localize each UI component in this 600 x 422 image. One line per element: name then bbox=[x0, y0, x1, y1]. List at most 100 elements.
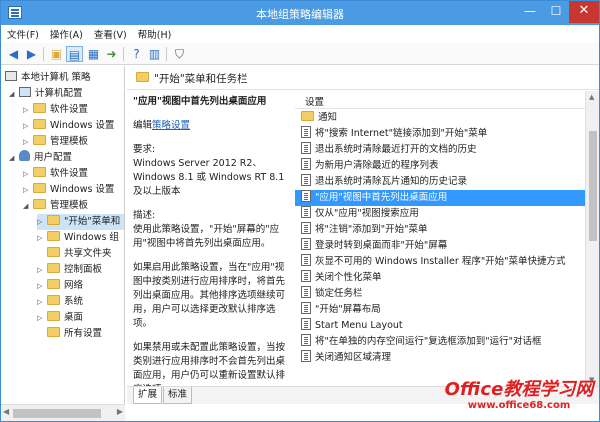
tree-network[interactable]: ▷ 网络 bbox=[37, 278, 83, 294]
tree-control-panel[interactable]: ▷ 控制面板 bbox=[37, 262, 102, 278]
scroll-left-icon[interactable]: ◀ bbox=[3, 407, 9, 416]
tree-cc-admin[interactable]: ▷ 管理模板 bbox=[23, 134, 88, 150]
expand-arrow-icon[interactable]: ▷ bbox=[37, 294, 47, 310]
tree-cc-software[interactable]: ▷ 软件设置 bbox=[23, 102, 88, 118]
up-folder-icon[interactable]: ▣ bbox=[48, 46, 65, 62]
expand-arrow-icon[interactable]: ▷ bbox=[23, 182, 33, 198]
tree-computer-config[interactable]: ◢ 计算机配置 bbox=[9, 86, 83, 102]
policy-setting-icon bbox=[301, 270, 311, 282]
policy-row[interactable]: 登录时转到桌面而非"开始"屏幕 bbox=[295, 238, 585, 254]
watermark-brand: Office教程学习网 bbox=[444, 379, 594, 400]
title-bar: 本地组策略编辑器 — ☐ ✕ bbox=[1, 1, 599, 25]
close-button[interactable]: ✕ bbox=[569, 1, 599, 23]
policy-setting-icon bbox=[301, 158, 311, 170]
list-vertical-scrollbar[interactable]: ▲ ▼ bbox=[585, 91, 599, 386]
menu-file[interactable]: 文件(F) bbox=[1, 25, 44, 41]
tree-system[interactable]: ▷ 系统 bbox=[37, 294, 83, 310]
tree-user-config[interactable]: ◢ 用户配置 bbox=[9, 150, 72, 166]
list-folder-row[interactable]: 通知 bbox=[295, 110, 585, 126]
tree-all-settings[interactable]: 所有设置 bbox=[37, 326, 102, 342]
tree-uc-admin[interactable]: ◢ 管理模板 bbox=[23, 198, 88, 214]
scroll-right-icon[interactable]: ▶ bbox=[117, 407, 123, 416]
tree-horizontal-scrollbar[interactable]: ◀ ▶ bbox=[1, 404, 125, 421]
tree-start-menu[interactable]: ▷ "开始"菜单和 bbox=[37, 214, 124, 230]
minimize-button[interactable]: — bbox=[517, 1, 543, 23]
tree-cc-windows[interactable]: ▷ Windows 设置 bbox=[23, 118, 114, 134]
back-arrow-icon[interactable]: ◀ bbox=[5, 46, 22, 62]
policy-setting-icon bbox=[301, 254, 311, 266]
tree-shared-folders[interactable]: 共享文件夹 bbox=[37, 246, 112, 262]
extended-view-icon[interactable]: ▥ bbox=[146, 46, 163, 62]
folder-icon bbox=[47, 215, 60, 225]
policy-row[interactable]: 为新用户清除最近的程序列表 bbox=[295, 158, 585, 174]
policy-row[interactable]: "开始"屏幕布局 bbox=[295, 302, 585, 318]
policy-row[interactable]: 关闭通知区域清理 bbox=[295, 350, 585, 366]
policy-row[interactable]: 将"在单独的内存空间运行"复选框添加到"运行"对话框 bbox=[295, 334, 585, 350]
expand-arrow-icon[interactable]: ▷ bbox=[37, 214, 47, 230]
expand-arrow-icon[interactable]: ▷ bbox=[37, 230, 47, 246]
policy-label: 退出系统时清除瓦片通知的历史记录 bbox=[315, 176, 468, 187]
policy-row[interactable]: 将"注销"添加到"开始"菜单 bbox=[295, 222, 585, 238]
show-hide-tree-icon[interactable]: ▤ bbox=[66, 46, 83, 62]
folder-icon bbox=[33, 103, 46, 113]
collapse-arrow-icon[interactable]: ◢ bbox=[9, 86, 19, 102]
forward-arrow-icon[interactable]: ▶ bbox=[23, 46, 40, 62]
export-list-icon[interactable]: ➜ bbox=[103, 46, 120, 62]
folder-icon bbox=[47, 295, 60, 305]
policy-row[interactable]: 仅从"应用"视图搜索应用 bbox=[295, 206, 585, 222]
user-icon bbox=[19, 150, 30, 161]
expand-arrow-icon[interactable]: ▷ bbox=[23, 118, 33, 134]
filter-icon[interactable]: ⛉ bbox=[171, 46, 188, 62]
policy-label: 退出系统时清除最近打开的文档的历史 bbox=[315, 144, 477, 155]
policy-row[interactable]: 关闭个性化菜单 bbox=[295, 270, 585, 286]
expand-arrow-icon[interactable]: ▷ bbox=[23, 166, 33, 182]
tree-desktop[interactable]: ▷ 桌面 bbox=[37, 310, 83, 326]
policy-row[interactable]: 灰显不可用的 Windows Installer 程序"开始"菜单快捷方式 bbox=[295, 254, 585, 270]
settings-list: 设置 通知将"搜索 Internet"链接添加到"开始"菜单 退出系统时清除最近打… bbox=[295, 91, 585, 386]
policy-setting-icon bbox=[301, 350, 311, 362]
scroll-up-icon[interactable]: ▲ bbox=[589, 93, 594, 101]
tree-uc-software[interactable]: ▷ 软件设置 bbox=[23, 166, 88, 182]
maximize-button[interactable]: ☐ bbox=[543, 1, 569, 23]
policy-label: 将"在单独的内存空间运行"复选框添加到"运行"对话框 bbox=[315, 336, 542, 347]
help-icon[interactable]: ? bbox=[128, 46, 145, 62]
policy-setting-icon bbox=[301, 302, 311, 314]
watermark: Office教程学习网 www.office68.com bbox=[439, 380, 599, 420]
policy-setting-icon bbox=[301, 238, 311, 250]
expand-arrow-icon[interactable]: ▷ bbox=[37, 278, 47, 294]
policy-row[interactable]: 退出系统时清除瓦片通知的历史记录 bbox=[295, 174, 585, 190]
policy-row[interactable]: "应用"视图中首先列出桌面应用 bbox=[295, 190, 585, 206]
tab-standard[interactable]: 标准 bbox=[163, 387, 193, 404]
policy-label: 登录时转到桌面而非"开始"屏幕 bbox=[315, 240, 448, 251]
tree-windows-components[interactable]: ▷ Windows 组 bbox=[37, 230, 119, 246]
policy-row[interactable]: 退出系统时清除最近打开的文档的历史 bbox=[295, 142, 585, 158]
menu-view[interactable]: 查看(V) bbox=[88, 25, 132, 41]
policy-label: 将"搜索 Internet"链接添加到"开始"菜单 bbox=[315, 128, 488, 139]
tab-extended[interactable]: 扩展 bbox=[133, 387, 163, 404]
folder-icon bbox=[136, 72, 149, 82]
menu-action[interactable]: 操作(A) bbox=[44, 25, 88, 41]
tree-root[interactable]: 本地计算机 策略 bbox=[5, 70, 91, 86]
properties-icon[interactable]: ▦ bbox=[85, 46, 102, 62]
folder-icon bbox=[47, 231, 60, 241]
tree-uc-windows[interactable]: ▷ Windows 设置 bbox=[23, 182, 114, 198]
expand-arrow-icon[interactable]: ▷ bbox=[23, 102, 33, 118]
folder-icon bbox=[47, 247, 60, 257]
collapse-arrow-icon[interactable]: ◢ bbox=[9, 150, 19, 166]
folder-icon bbox=[47, 311, 60, 321]
toolbar: ◀ ▶ ▣ ▤ ▦ ➜ ? ▥ ⛉ bbox=[1, 43, 599, 65]
scroll-thumb[interactable] bbox=[13, 409, 101, 418]
scroll-thumb[interactable] bbox=[589, 131, 597, 241]
expand-arrow-icon[interactable]: ▷ bbox=[37, 262, 47, 278]
expand-arrow-icon[interactable]: ▷ bbox=[37, 310, 47, 326]
collapse-arrow-icon[interactable]: ◢ bbox=[23, 198, 33, 214]
policy-row[interactable]: 将"搜索 Internet"链接添加到"开始"菜单 bbox=[295, 126, 585, 142]
disabled-description: 如果禁用或未配置此策略设置，当按类别进行应用排序时不会首先列出桌面应用，用户仍可… bbox=[133, 342, 286, 386]
menu-help[interactable]: 帮助(H) bbox=[132, 25, 177, 41]
policy-row[interactable]: 锁定任务栏 bbox=[295, 286, 585, 302]
column-header-setting[interactable]: 设置 bbox=[295, 91, 585, 109]
policy-row[interactable]: Start Menu Layout bbox=[295, 318, 585, 334]
expand-arrow-icon[interactable]: ▷ bbox=[23, 134, 33, 150]
policy-label: 关闭通知区域清理 bbox=[315, 352, 392, 363]
edit-policy-link[interactable]: 策略设置 bbox=[152, 120, 190, 131]
